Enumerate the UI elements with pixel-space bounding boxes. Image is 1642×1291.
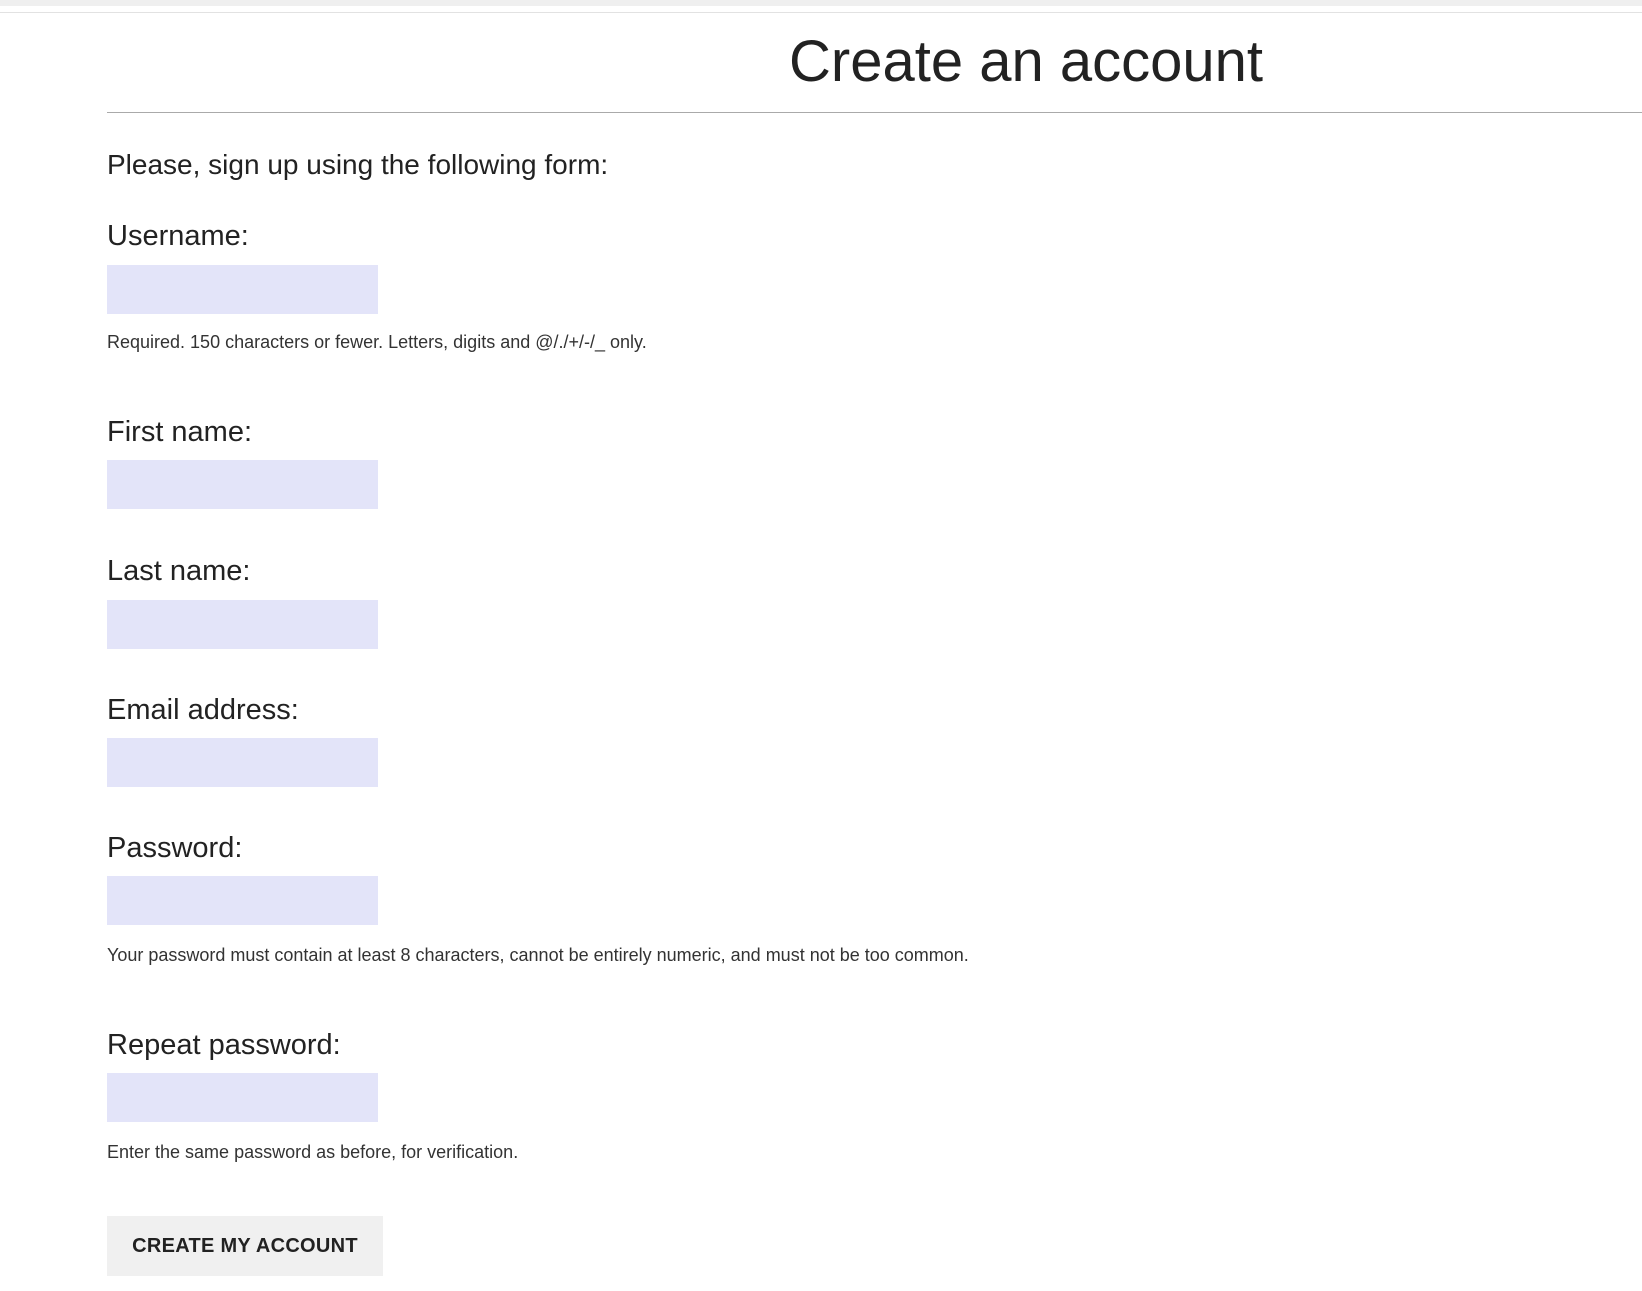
- first-name-label: First name:: [107, 416, 253, 448]
- email-label: Email address:: [107, 694, 299, 726]
- password-input[interactable]: [107, 876, 378, 925]
- last-name-input[interactable]: [107, 600, 378, 649]
- username-help-text: Required. 150 characters or fewer. Lette…: [107, 332, 647, 352]
- email-input[interactable]: [107, 738, 378, 787]
- username-label: Username:: [107, 220, 249, 252]
- repeat-password-input[interactable]: [107, 1073, 378, 1122]
- page-title: Create an account: [789, 29, 1263, 94]
- browser-top-bar: [0, 0, 1642, 6]
- title-divider: [107, 112, 1642, 113]
- repeat-password-label: Repeat password:: [107, 1029, 341, 1061]
- password-label: Password:: [107, 832, 243, 864]
- repeat-password-help-text: Enter the same password as before, for v…: [107, 1142, 519, 1162]
- last-name-label: Last name:: [107, 555, 251, 587]
- first-name-input[interactable]: [107, 460, 378, 509]
- form-intro: Please, sign up using the following form…: [107, 149, 609, 180]
- top-divider: [0, 12, 1642, 13]
- password-help-text: Your password must contain at least 8 ch…: [107, 945, 969, 965]
- username-input[interactable]: [107, 265, 378, 314]
- create-account-button[interactable]: CREATE MY ACCOUNT: [107, 1216, 383, 1276]
